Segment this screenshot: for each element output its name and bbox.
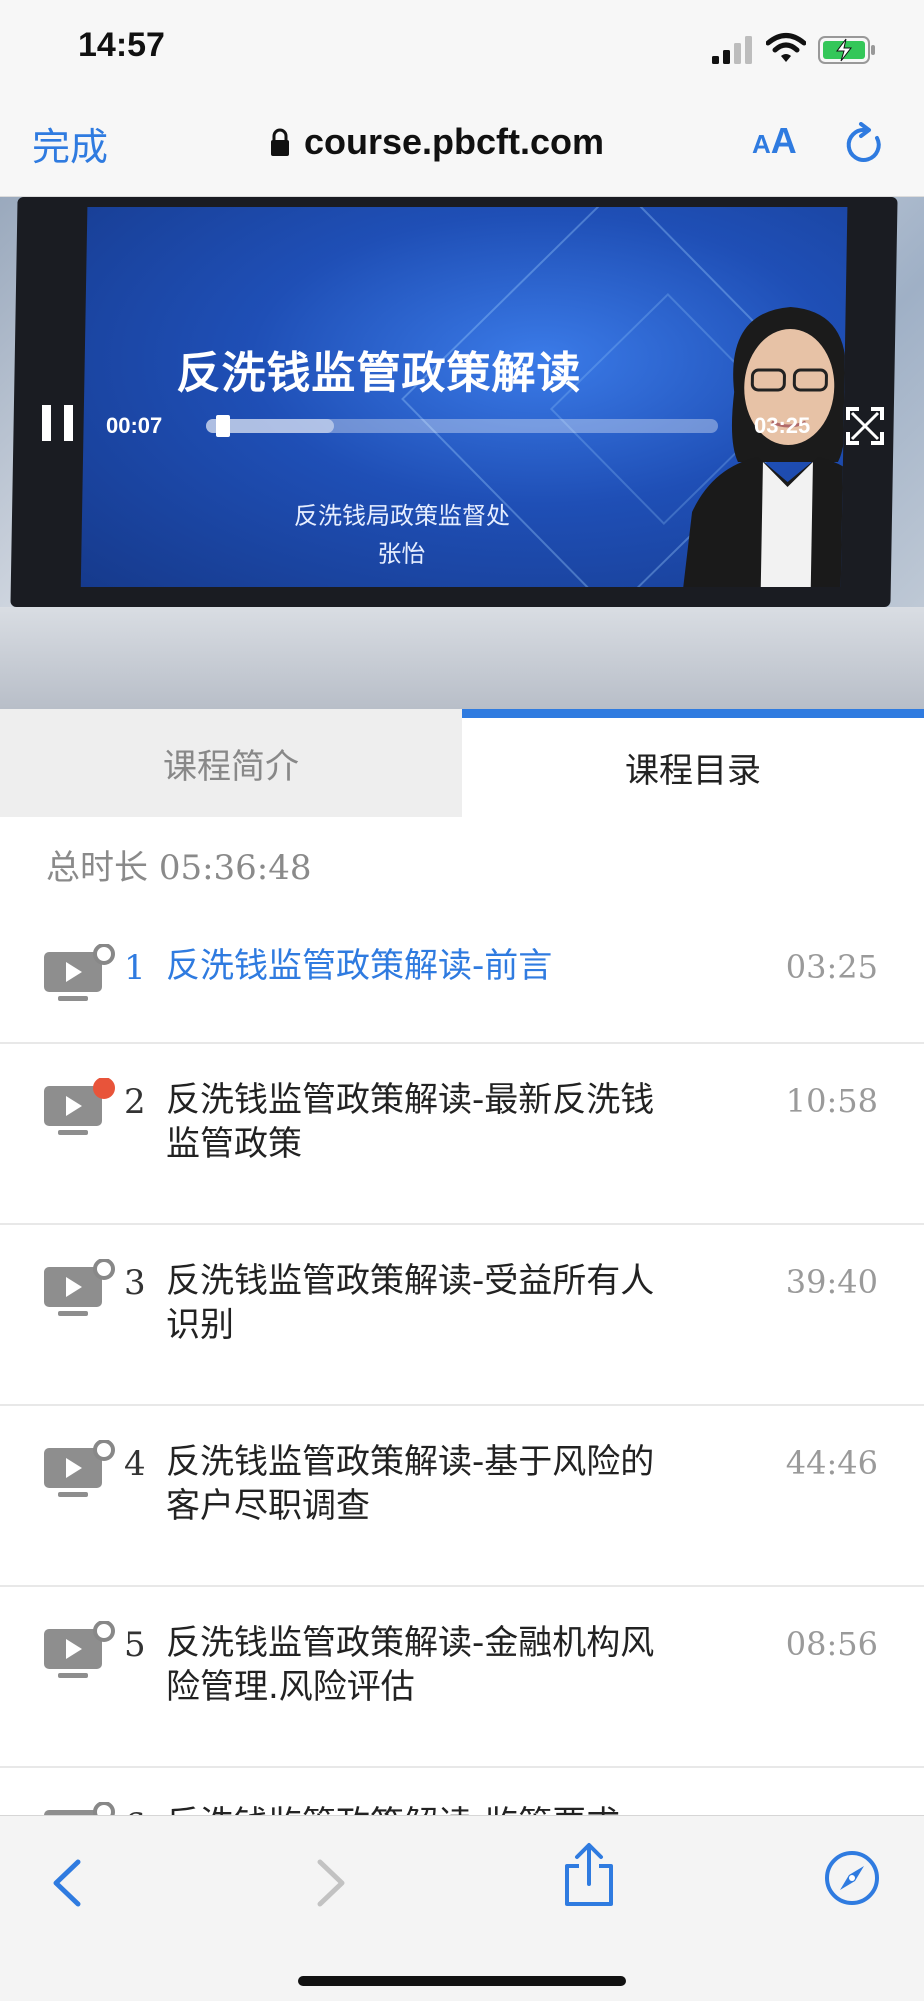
list-item[interactable]: 4 反洗钱监管政策解读-基于风险的客户尽职调查 44:46 — [0, 1406, 924, 1587]
lesson-duration: 44:46 — [785, 1444, 878, 1482]
list-item[interactable]: 2 反洗钱监管政策解读-最新反洗钱监管政策 10:58 — [0, 1044, 924, 1225]
slide-department: 反洗钱局政策监督处 — [293, 502, 511, 530]
lesson-number: 2 — [124, 1082, 146, 1122]
lesson-duration: 10:58 — [785, 1082, 878, 1120]
lesson-title: 反洗钱监管政策解读-监管要求 — [166, 1802, 656, 1815]
browser-toolbar — [0, 1815, 924, 2001]
status-bar: 14:57 — [0, 0, 924, 100]
lesson-number: 4 — [124, 1444, 146, 1484]
total-duration-label: 总时长 — [46, 848, 148, 888]
signal-icon — [712, 36, 752, 64]
progress-track[interactable] — [206, 415, 718, 437]
status-time: 14:57 — [78, 26, 165, 64]
video-lesson-icon — [44, 1078, 115, 1135]
share-icon[interactable] — [562, 1842, 616, 1908]
reload-icon[interactable] — [844, 122, 886, 166]
lesson-number: 1 — [124, 948, 146, 988]
lesson-duration: 39:40 — [785, 1263, 878, 1301]
aa-large-label: A — [770, 120, 797, 161]
slide-title: 反洗钱监管政策解读 — [176, 348, 582, 399]
lesson-title: 反洗钱监管政策解读-最新反洗钱监管政策 — [166, 1080, 655, 1164]
slide-presenter: 张怡 — [377, 540, 426, 568]
lesson-title: 反洗钱监管政策解读-受益所有人识别 — [166, 1261, 655, 1345]
compass-icon[interactable] — [824, 1850, 880, 1906]
tab-catalog[interactable]: 课程目录 — [462, 709, 924, 817]
page-url: course.pbcft.com — [304, 121, 605, 162]
course-tabs: 课程简介 课程目录 — [0, 709, 924, 817]
list-item[interactable]: 5 反洗钱监管政策解读-金融机构风险管理.风险评估 08:56 — [0, 1587, 924, 1768]
lock-icon — [271, 128, 289, 156]
tab-intro[interactable]: 课程简介 — [0, 709, 462, 817]
list-item[interactable]: 1 反洗钱监管政策解读-前言 03:25 — [0, 910, 924, 1044]
total-time: 03:25 — [754, 413, 811, 438]
home-indicator — [298, 1976, 626, 1986]
video-lesson-icon — [44, 1259, 115, 1316]
back-icon[interactable] — [48, 1856, 88, 1910]
battery-charging-icon — [818, 36, 875, 64]
lesson-duration: 08:56 — [785, 1625, 878, 1663]
lesson-duration: 03:25 — [785, 948, 878, 986]
lesson-number: 5 — [124, 1625, 146, 1665]
browser-header: 完成 course.pbcft.com AA — [0, 100, 924, 197]
text-size-button[interactable]: AA — [752, 120, 797, 162]
video-desk — [0, 607, 924, 709]
forward-icon — [317, 1859, 345, 1907]
aa-small-label: A — [752, 129, 771, 159]
current-time: 00:07 — [106, 413, 163, 438]
lesson-list: 1 反洗钱监管政策解读-前言 03:25 2 反洗钱监管政策解读-最新反洗钱监管政策 10… — [0, 910, 924, 1815]
address-bar[interactable]: course.pbcft.com — [270, 118, 604, 166]
total-duration-value: 05:36:48 — [158, 848, 312, 888]
lesson-title: 反洗钱监管政策解读-金融机构风险管理.风险评估 — [166, 1623, 655, 1707]
video-lesson-icon — [44, 944, 115, 1001]
list-item[interactable]: 3 反洗钱监管政策解读-受益所有人识别 39:40 — [0, 1225, 924, 1406]
video-lesson-icon — [44, 1440, 115, 1497]
pause-icon[interactable] — [42, 405, 74, 441]
lesson-number: 6 — [124, 1806, 146, 1815]
done-button[interactable]: 完成 — [32, 116, 108, 171]
video-lesson-icon — [44, 1802, 115, 1815]
slide-subtitle: 反洗钱局政策监督处 张怡 — [251, 497, 552, 573]
video-player[interactable]: 反洗钱监管政策解读 反洗钱局政策监督处 张怡 00:07 03:25 — [0, 197, 924, 709]
video-lesson-icon — [44, 1621, 115, 1678]
list-item[interactable]: 6 反洗钱监管政策解读-监管要求 — [0, 1768, 924, 1815]
total-duration: 总时长 05:36:48 — [46, 840, 312, 889]
lesson-title: 反洗钱监管政策解读-前言 — [166, 946, 553, 986]
video-frame: 反洗钱监管政策解读 反洗钱局政策监督处 张怡 — [10, 197, 898, 607]
lesson-number: 3 — [124, 1263, 146, 1303]
progress-thumb[interactable] — [216, 415, 231, 437]
lesson-title: 反洗钱监管政策解读-基于风险的客户尽职调查 — [166, 1442, 655, 1526]
slide-screen: 反洗钱监管政策解读 反洗钱局政策监督处 张怡 — [80, 207, 848, 587]
fullscreen-icon[interactable] — [846, 407, 884, 445]
wifi-icon — [766, 33, 806, 62]
